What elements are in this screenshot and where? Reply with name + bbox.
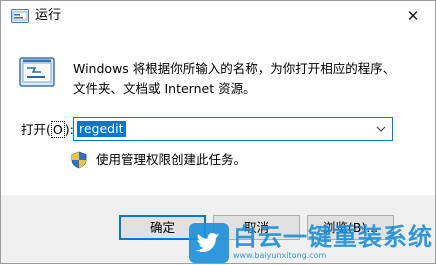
uac-shield-icon (71, 151, 87, 169)
open-label: 打开(O): (21, 121, 74, 138)
title-bar: 运行 ✕ (1, 1, 435, 31)
window-title: 运行 (35, 8, 62, 23)
run-dialog: 运行 ✕ Windows 将根据你所输入的名称，为你打开相应的程序、 文件夹、文… (0, 0, 436, 264)
open-input-value[interactable]: regedit (77, 121, 126, 137)
open-label-prefix: 打开( (21, 122, 51, 137)
cancel-button[interactable]: 取消 (213, 215, 300, 240)
run-dialog-icon (19, 57, 55, 87)
browse-button[interactable]: 浏览(B)... (307, 215, 394, 240)
close-icon: ✕ (406, 7, 420, 25)
description-line-1: Windows 将根据你所输入的名称，为你打开相应的程序、 (73, 61, 396, 76)
open-label-accelerator: O (50, 121, 65, 138)
button-bar: 确定 取消 浏览(B)... (1, 195, 435, 263)
open-combobox[interactable]: regedit (73, 117, 393, 141)
description: Windows 将根据你所输入的名称，为你打开相应的程序、 文件夹、文档或 In… (73, 59, 413, 99)
admin-privileges-text: 使用管理权限创建此任务。 (96, 152, 247, 167)
close-button[interactable]: ✕ (391, 1, 435, 31)
ok-button[interactable]: 确定 (119, 215, 206, 240)
description-line-2: 文件夹、文档或 Internet 资源。 (73, 81, 256, 96)
chevron-down-icon[interactable] (376, 123, 386, 135)
run-icon (11, 9, 29, 23)
